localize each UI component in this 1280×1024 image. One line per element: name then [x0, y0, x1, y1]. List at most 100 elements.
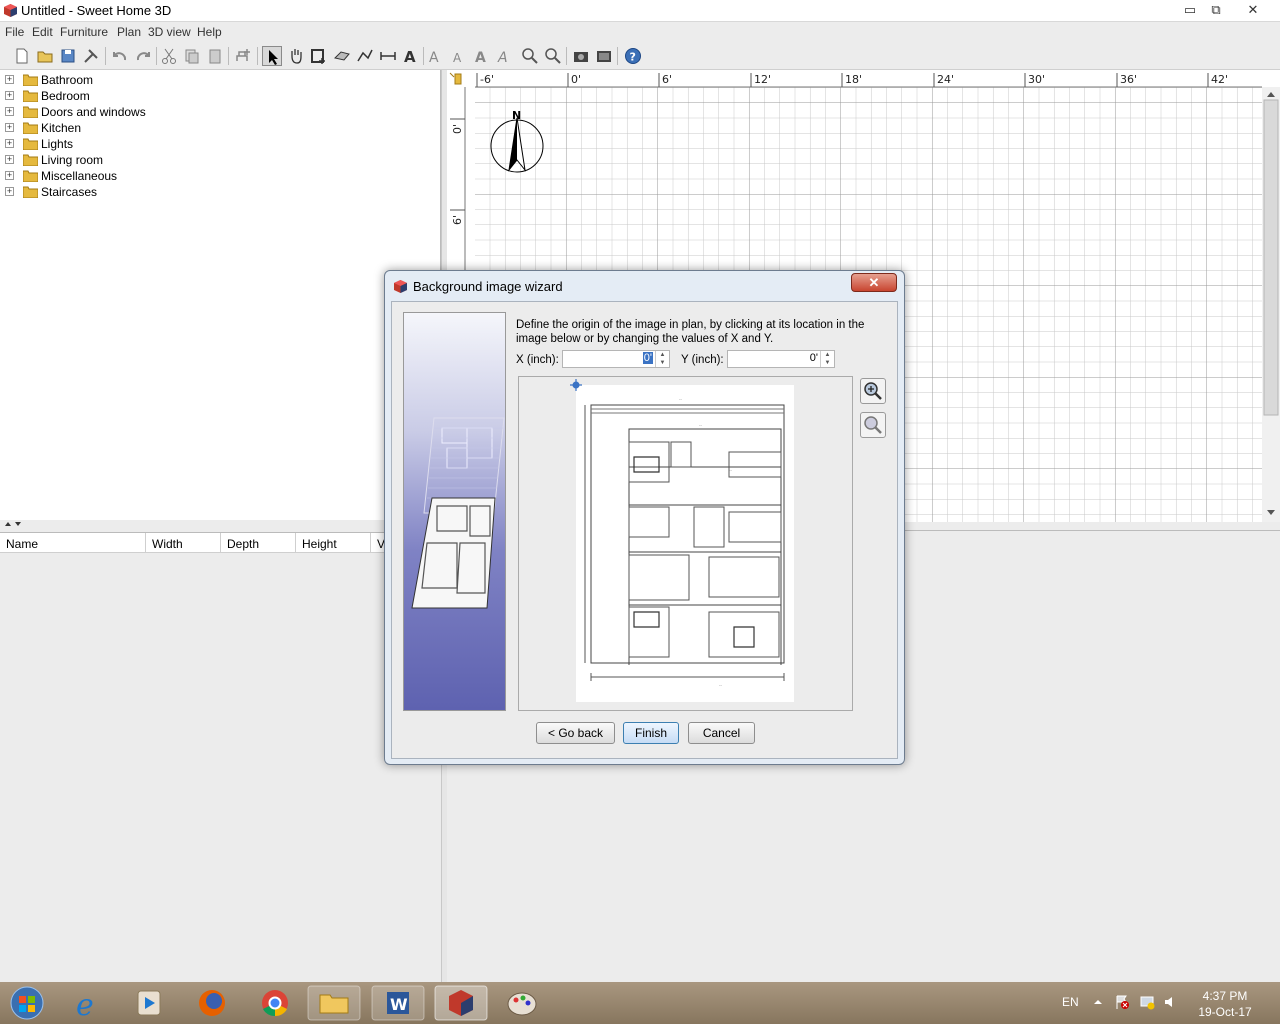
cancel-button[interactable]: Cancel: [688, 722, 755, 744]
paste-icon[interactable]: [205, 46, 225, 66]
menu-edit[interactable]: Edit: [32, 25, 53, 39]
folder-icon: [23, 138, 38, 150]
system-clock[interactable]: 4:37 PM 19-Oct-17: [1190, 988, 1260, 1020]
sweet-home-3d-icon: [394, 280, 407, 293]
expand-icon[interactable]: +: [5, 91, 14, 100]
splitter-arrows-icon[interactable]: [3, 520, 33, 528]
y-spinner[interactable]: 0' ▲ ▼: [727, 350, 835, 368]
category-staircases[interactable]: + Staircases: [5, 184, 305, 200]
add-text-icon[interactable]: A: [401, 46, 421, 66]
action-center-flag-icon[interactable]: [1114, 994, 1130, 1010]
column-name[interactable]: Name: [0, 533, 146, 553]
menu-plan[interactable]: Plan: [117, 25, 141, 39]
chrome-icon[interactable]: [247, 985, 303, 1021]
open-folder-icon[interactable]: [35, 46, 55, 66]
bold-text-icon[interactable]: A: [472, 46, 492, 66]
expand-icon[interactable]: +: [5, 187, 14, 196]
redo-icon[interactable]: [133, 46, 153, 66]
select-mode-icon[interactable]: [262, 46, 282, 66]
zoom-out-icon[interactable]: [543, 46, 563, 66]
expand-icon[interactable]: +: [5, 139, 14, 148]
ruler-x-label: 42': [1211, 73, 1228, 86]
menu-file[interactable]: File: [5, 25, 24, 39]
show-hidden-icons-icon[interactable]: [1092, 996, 1104, 1008]
horizontal-splitter[interactable]: [0, 520, 441, 528]
italic-text-icon[interactable]: A: [495, 46, 515, 66]
windows-start-icon[interactable]: [2, 985, 52, 1021]
menu-furniture[interactable]: Furniture: [60, 25, 108, 39]
preferences-icon[interactable]: [81, 46, 101, 66]
zoom-in-image-button[interactable]: [860, 378, 886, 404]
dialog-close-button[interactable]: ✕: [851, 273, 897, 292]
spinner-arrows-icon[interactable]: ▲ ▼: [655, 351, 669, 367]
save-icon[interactable]: [58, 46, 78, 66]
category-doors-and-windows[interactable]: + Doors and windows: [5, 104, 305, 120]
expand-icon[interactable]: +: [5, 123, 14, 132]
internet-explorer-icon[interactable]: e: [62, 985, 118, 1021]
expand-icon[interactable]: +: [5, 107, 14, 116]
create-video-icon[interactable]: [594, 46, 614, 66]
expand-icon[interactable]: +: [5, 75, 14, 84]
column-depth[interactable]: Depth: [221, 533, 296, 553]
plan-scrollbar-thumb[interactable]: [1263, 99, 1279, 416]
help-icon[interactable]: ?: [623, 46, 643, 66]
zoom-in-icon[interactable]: [520, 46, 540, 66]
finish-button[interactable]: Finish: [623, 722, 679, 744]
folder-icon: [23, 74, 38, 86]
x-spinner[interactable]: 0' ▲ ▼: [562, 350, 670, 368]
dialog-title: Background image wizard: [413, 279, 563, 294]
cut-icon[interactable]: [159, 46, 179, 66]
column-height[interactable]: Height: [296, 533, 371, 553]
restore-button[interactable]: ⧉: [1201, 0, 1231, 20]
expand-icon[interactable]: +: [5, 155, 14, 164]
zoom-out-image-button[interactable]: [860, 412, 886, 438]
image-preview[interactable]: -- -- -- --: [518, 376, 853, 711]
svg-text:A: A: [475, 50, 486, 66]
create-walls-icon[interactable]: [309, 46, 329, 66]
firefox-icon[interactable]: [184, 985, 240, 1021]
add-furniture-icon[interactable]: [233, 46, 253, 66]
category-lights[interactable]: + Lights: [5, 136, 305, 152]
category-bedroom[interactable]: + Bedroom: [5, 88, 305, 104]
y-value[interactable]: 0': [810, 352, 818, 364]
instructions-text: Define the origin of the image in plan, …: [516, 319, 865, 345]
create-dimensions-icon[interactable]: [378, 46, 398, 66]
go-back-button[interactable]: < Go back: [536, 722, 615, 744]
category-bathroom[interactable]: + Bathroom: [5, 72, 305, 88]
language-indicator[interactable]: EN: [1062, 995, 1079, 1009]
spinner-arrows-icon[interactable]: ▲ ▼: [820, 351, 834, 367]
word-icon[interactable]: W: [370, 985, 426, 1021]
menu-3d-view[interactable]: 3D view: [148, 25, 191, 39]
decrease-text-icon[interactable]: A: [449, 46, 469, 66]
floor-plan-image[interactable]: --------: [519, 377, 852, 710]
create-photo-icon[interactable]: [571, 46, 591, 66]
folder-icon: [23, 106, 38, 118]
close-button[interactable]: ✕: [1238, 0, 1268, 20]
network-icon[interactable]: [1139, 994, 1155, 1010]
increase-text-icon[interactable]: A: [426, 46, 446, 66]
category-living-room[interactable]: + Living room: [5, 152, 305, 168]
pan-mode-icon[interactable]: [286, 46, 306, 66]
category-miscellaneous[interactable]: + Miscellaneous: [5, 168, 305, 184]
media-player-icon[interactable]: [121, 985, 177, 1021]
sweet-home-3d-taskbar-icon[interactable]: [433, 985, 489, 1021]
undo-icon[interactable]: [110, 46, 130, 66]
copy-icon[interactable]: [182, 46, 202, 66]
create-rooms-icon[interactable]: [332, 46, 352, 66]
column-width[interactable]: Width: [146, 533, 221, 553]
folder-icon: [23, 90, 38, 102]
new-file-icon[interactable]: [12, 46, 32, 66]
svg-text:W: W: [390, 995, 408, 1014]
create-polylines-icon[interactable]: [355, 46, 375, 66]
volume-icon[interactable]: [1163, 994, 1179, 1010]
expand-icon[interactable]: +: [5, 171, 14, 180]
clock-date: 19-Oct-17: [1198, 1005, 1252, 1019]
svg-text:A: A: [404, 48, 416, 66]
ruler-x-label: 30': [1028, 73, 1045, 86]
file-explorer-icon[interactable]: [306, 985, 362, 1021]
paint-icon[interactable]: [494, 985, 550, 1021]
x-value[interactable]: 0': [642, 352, 653, 364]
menu-help[interactable]: Help: [197, 25, 222, 39]
category-kitchen[interactable]: + Kitchen: [5, 120, 305, 136]
ruler-x-label: 36': [1120, 73, 1137, 86]
